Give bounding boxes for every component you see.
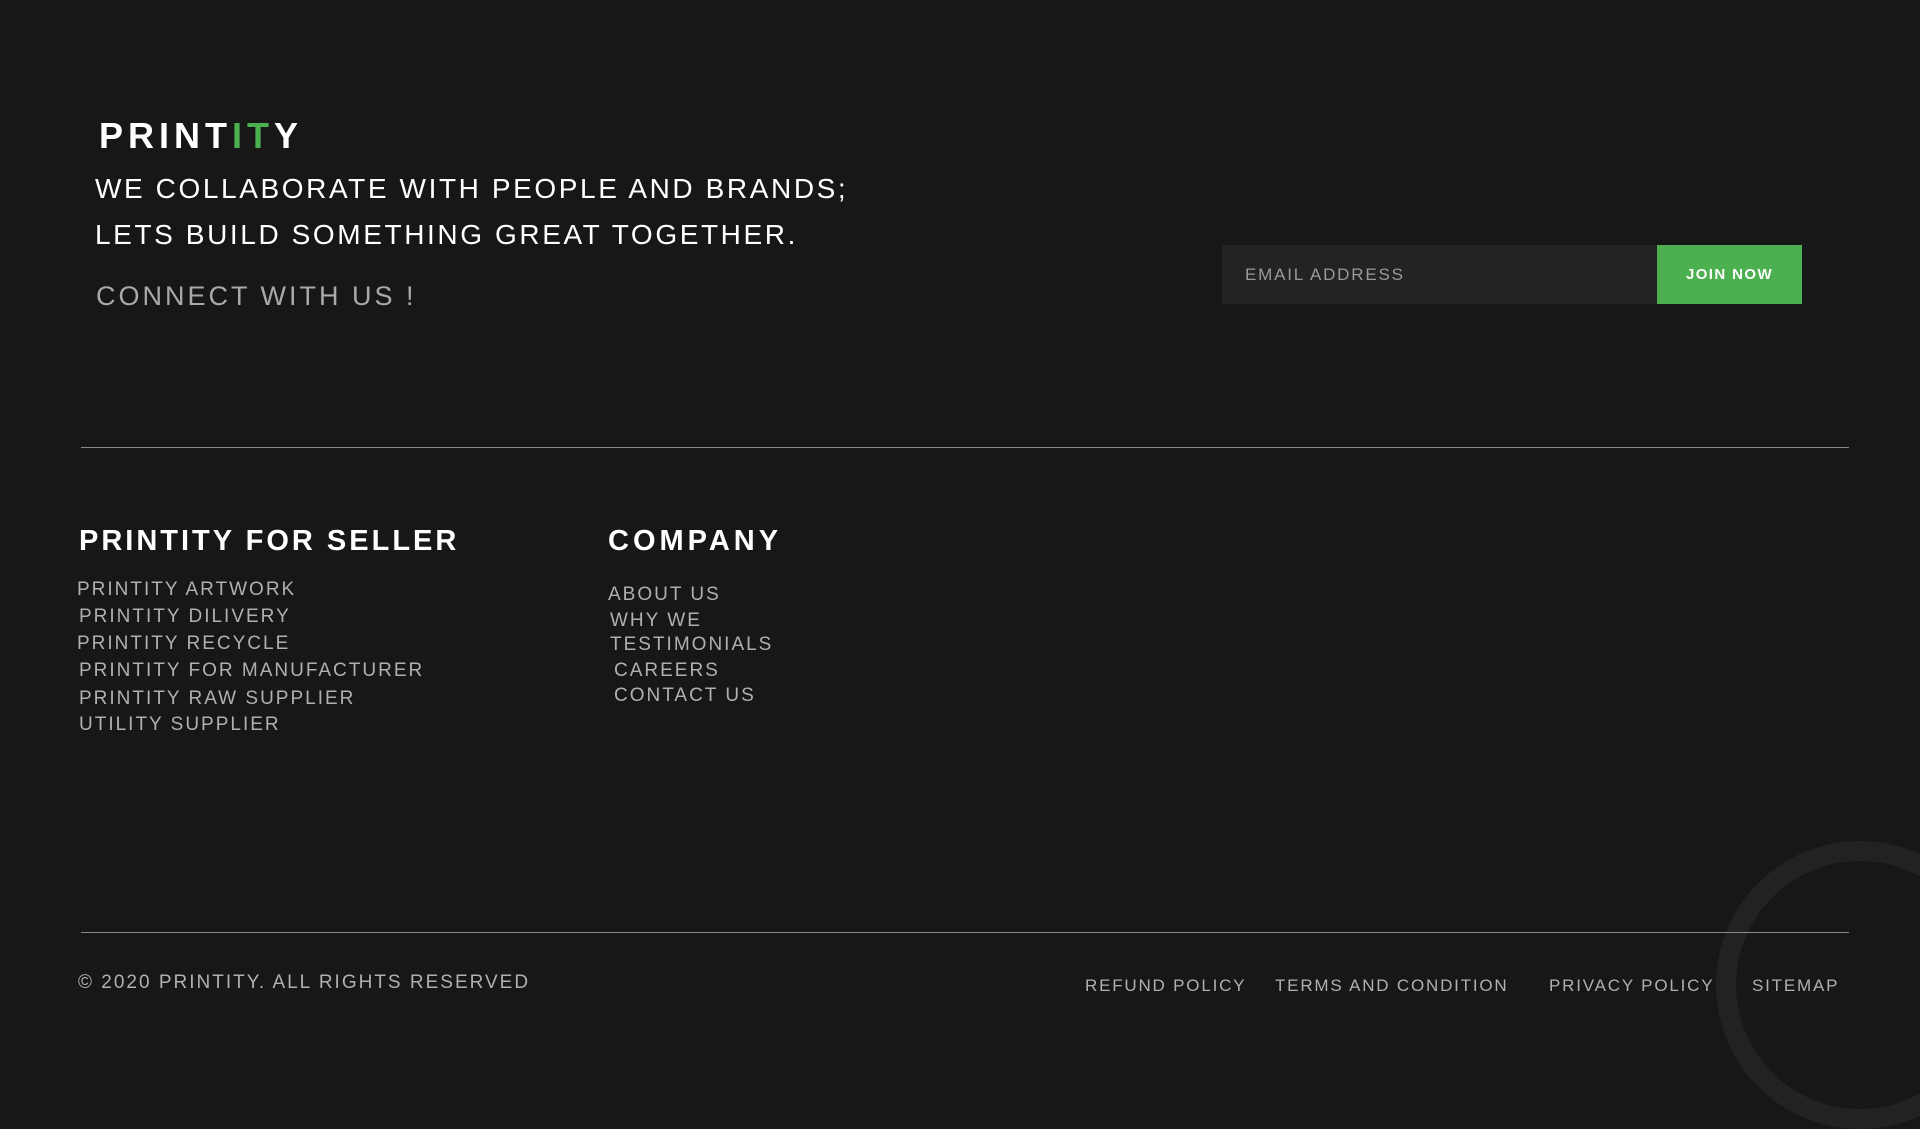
logo-text-start: PRINT (99, 115, 232, 156)
link-contact-us[interactable]: CONTACT US (614, 685, 756, 707)
link-printity-raw-supplier[interactable]: PRINTITY RAW SUPPLIER (79, 688, 355, 710)
link-printity-recycle[interactable]: PRINTITY RECYCLE (77, 633, 290, 655)
link-utility-supplier[interactable]: UTILITY SUPPLIER (79, 714, 281, 736)
brand-logo[interactable]: PRINTITY (99, 116, 303, 156)
seller-column-heading: PRINTITY FOR SELLER (79, 525, 460, 557)
logo-text-end: Y (274, 115, 304, 156)
footer-divider (81, 932, 1849, 933)
link-refund-policy[interactable]: REFUND POLICY (1085, 976, 1246, 996)
copyright-text: © 2020 PRINTITY. ALL RIGHTS RESERVED (78, 972, 531, 993)
link-testimonials[interactable]: TESTIMONIALS (610, 634, 773, 656)
connect-heading: CONNECT WITH US ! (96, 281, 417, 311)
link-why-we[interactable]: WHY WE (610, 610, 702, 632)
link-terms-and-condition[interactable]: TERMS AND CONDITION (1275, 976, 1509, 996)
section-divider (81, 447, 1849, 448)
email-input[interactable] (1222, 245, 1657, 304)
link-privacy-policy[interactable]: PRIVACY POLICY (1549, 976, 1714, 996)
link-printity-delivery[interactable]: PRINTITY DILIVERY (79, 606, 291, 628)
tagline-line-2: LETS BUILD SOMETHING GREAT TOGETHER. (95, 219, 798, 250)
link-about-us[interactable]: ABOUT US (608, 584, 721, 606)
newsletter-form: JOIN NOW (1222, 245, 1802, 304)
company-column-heading: COMPANY (608, 525, 783, 557)
link-printity-for-manufacturer[interactable]: PRINTITY FOR MANUFACTURER (79, 660, 424, 682)
link-sitemap[interactable]: SITEMAP (1752, 976, 1839, 996)
logo-text-accent: IT (232, 115, 274, 156)
link-careers[interactable]: CAREERS (614, 660, 720, 682)
tagline-line-1: WE COLLABORATE WITH PEOPLE AND BRANDS; (95, 173, 849, 204)
link-printity-artwork[interactable]: PRINTITY ARTWORK (77, 579, 296, 601)
join-now-button[interactable]: JOIN NOW (1657, 245, 1802, 304)
